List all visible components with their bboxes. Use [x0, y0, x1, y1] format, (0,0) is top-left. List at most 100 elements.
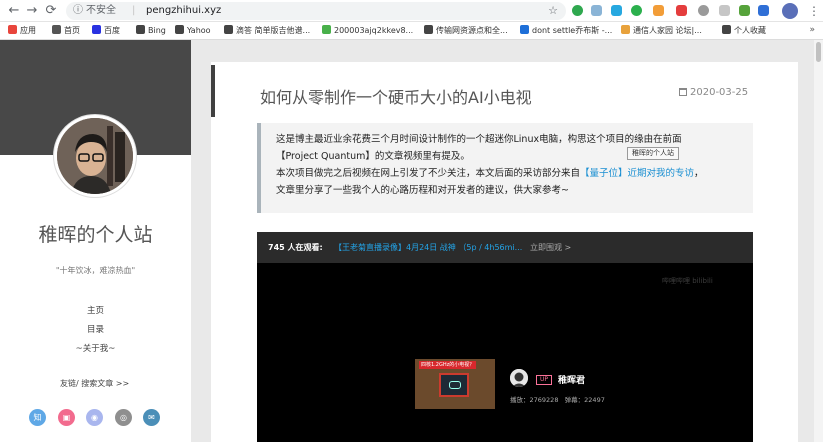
bookmark-item[interactable]: Bing: [136, 25, 166, 37]
post-date: 2020-03-25: [679, 87, 748, 98]
sidebar-link-about[interactable]: ~关于我~: [0, 340, 191, 359]
bookmark-icon: [52, 25, 61, 34]
separator: |: [132, 5, 136, 16]
back-icon[interactable]: ←: [6, 3, 22, 19]
github-icon[interactable]: ◎: [115, 409, 132, 426]
browser-menu-icon[interactable]: ⋮: [808, 3, 820, 19]
weibo-icon[interactable]: ◉: [86, 409, 103, 426]
intro-line-3-text: 本次项目做完之后视频在网上引发了不少关注，本文后面的采访部分来自: [276, 168, 581, 179]
video-stats: 播放：2769228 弹幕：22497: [510, 394, 605, 404]
calendar-icon: [679, 88, 687, 96]
bookmark-label: 通信人家园 论坛|...: [633, 26, 702, 35]
live-stream-link[interactable]: 【王老菊直播录像】4月24日 战神 （5p / 4h56mi...: [334, 232, 522, 263]
site-title[interactable]: 稚晖的个人站: [0, 220, 191, 247]
web-page: 稚晖的个人站 "十年饮冰，难凉热血" 主页 目录 ~关于我~ 友链/ 搜索文章 …: [0, 40, 823, 442]
danmaku-count: 弹幕：22497: [564, 396, 605, 404]
post-card: 如何从零制作一个硬币大小的AI小电视 2020-03-25 这是博主最近业余花费…: [211, 62, 798, 442]
intro-line-3: 本次项目做完之后视频在网上引发了不少关注，本文后面的采访部分来自【量子位】近期对…: [276, 167, 704, 180]
bilibili-watermark: 哔哩哔哩 bilibili: [662, 277, 713, 285]
browser-toolbar: ← → ⟳ ⓘ 不安全 | pengzhihui.xyz ☆ ⋮: [0, 0, 823, 22]
globe-icon: [722, 25, 731, 34]
extension-shield-icon[interactable]: [572, 5, 583, 16]
extension-shield2-icon[interactable]: [698, 5, 709, 16]
bookmark-label: 传输网资源点和全...: [436, 26, 508, 35]
zhihu-icon[interactable]: 知: [29, 409, 46, 426]
author-avatar[interactable]: [54, 115, 136, 197]
sidebar: 稚晖的个人站 "十年饮冰，难凉热血" 主页 目录 ~关于我~ 友链/ 搜索文章 …: [0, 40, 191, 442]
bilibili-icon[interactable]: ▣: [58, 409, 75, 426]
globe-icon: [224, 25, 233, 34]
avatar-illustration: [57, 118, 133, 194]
bookmark-item[interactable]: Yahoo: [175, 25, 211, 37]
scrollbar-thumb[interactable]: [816, 42, 821, 62]
bookmark-item[interactable]: dont settle乔布斯 -...: [520, 25, 612, 37]
mini-tv-image: [439, 373, 469, 397]
tooltip: 稚晖的个人站: [627, 147, 679, 160]
star-icon[interactable]: ☆: [548, 2, 558, 20]
cd-icon: [520, 25, 529, 34]
site-motto: "十年饮冰，难凉热血": [55, 266, 136, 275]
mail-icon[interactable]: ✉: [143, 409, 160, 426]
extension-evernote-icon[interactable]: [631, 5, 642, 16]
bookmark-item[interactable]: 首页: [52, 25, 80, 37]
thumbnail-banner: 四核1.2GHz的小电视？: [419, 361, 477, 369]
bookmark-item[interactable]: 滴答 简单版吉他谱...: [224, 25, 310, 37]
extension-cloud-icon[interactable]: [611, 5, 622, 16]
bookmark-item[interactable]: 传输网资源点和全...: [424, 25, 508, 37]
intro-line-2: 【Project Quantum】的文章视频里有提及。: [276, 151, 470, 162]
sidebar-link-home[interactable]: 主页: [0, 302, 191, 321]
extension-rss-icon[interactable]: [653, 5, 664, 16]
extension-puzzle-icon[interactable]: [719, 5, 730, 16]
bookmark-item[interactable]: 通信人家园 论坛|...: [621, 25, 702, 37]
title-accent-bar: [211, 65, 215, 117]
bookmarks-more-icon[interactable]: »: [809, 25, 815, 35]
globe-icon: [424, 25, 433, 34]
watch-now-link[interactable]: 立即围观 >: [530, 232, 571, 263]
address-bar[interactable]: ⓘ 不安全 | pengzhihui.xyz ☆: [66, 2, 566, 20]
bookmark-label: Bing: [148, 26, 166, 35]
bookmark-label: dont settle乔布斯 -...: [532, 26, 613, 35]
bilibili-video-player[interactable]: 745 人在观看: 【王老菊直播录像】4月24日 战神 （5p / 4h56mi…: [257, 232, 753, 442]
bookmark-label: Yahoo: [187, 26, 211, 35]
post-title[interactable]: 如何从零制作一个硬币大小的AI小电视: [260, 84, 532, 108]
post-intro-quote: 这是博主最近业余花费三个月时间设计制作的一个超迷你Linux电脑，构思这个项目的…: [257, 123, 753, 213]
bookmark-label: 200003ajq2kkev8...: [334, 26, 414, 35]
forward-icon[interactable]: →: [24, 3, 40, 19]
profile-avatar[interactable]: [782, 3, 798, 19]
chrome-icon: [621, 25, 630, 34]
uploader-avatar[interactable]: [510, 369, 528, 387]
reload-icon[interactable]: ⟳: [43, 3, 59, 19]
sidebar-nav: 主页 目录 ~关于我~: [0, 302, 191, 359]
info-icon[interactable]: ⓘ: [73, 2, 83, 20]
live-banner: 745 人在观看: 【王老菊直播录像】4月24日 战神 （5p / 4h56mi…: [257, 232, 753, 263]
extension-pdf-icon[interactable]: [676, 5, 687, 16]
extension-check-icon[interactable]: [739, 5, 750, 16]
site-17-icon: [322, 25, 331, 34]
avatar-photo: [57, 118, 133, 194]
apps-grid-icon: [8, 25, 17, 34]
bookmark-label: 首页: [64, 26, 80, 35]
friend-links-search[interactable]: 友链/ 搜索文章 >>: [60, 378, 129, 389]
bookmark-item[interactable]: 200003ajq2kkev8...: [322, 25, 413, 37]
sidebar-link-catalog[interactable]: 目录: [0, 321, 191, 340]
bookmark-item[interactable]: 应用: [8, 25, 36, 37]
extension-translator-icon[interactable]: [758, 5, 769, 16]
url-text[interactable]: pengzhihui.xyz: [146, 2, 221, 20]
uploader-name[interactable]: 稚晖君: [558, 373, 585, 386]
intro-line-1: 这是博主最近业余花费三个月时间设计制作的一个超迷你Linux电脑，构思这个项目的…: [276, 134, 682, 145]
bookmark-label: 应用: [20, 26, 36, 35]
bookmark-label: 百度: [104, 26, 120, 35]
security-label: 不安全: [86, 5, 116, 16]
bookmark-item[interactable]: 个人收藏: [722, 25, 766, 37]
extension-translate-icon[interactable]: [591, 5, 602, 16]
bookmark-item[interactable]: 百度: [92, 25, 120, 37]
page-scrollbar[interactable]: [814, 40, 823, 442]
qbitai-interview-link[interactable]: 【量子位】近期对我的专访: [580, 168, 694, 179]
video-thumbnail[interactable]: 四核1.2GHz的小电视？: [415, 359, 495, 409]
baidu-icon: [92, 25, 101, 34]
bookmark-label: 个人收藏: [734, 26, 766, 35]
social-links: 知 ▣ ◉ ◎ ✉: [29, 409, 169, 427]
tv-face-icon: [449, 381, 461, 389]
post-date-text: 2020-03-25: [690, 87, 749, 98]
uploader-avatar-illustration: [510, 369, 528, 387]
